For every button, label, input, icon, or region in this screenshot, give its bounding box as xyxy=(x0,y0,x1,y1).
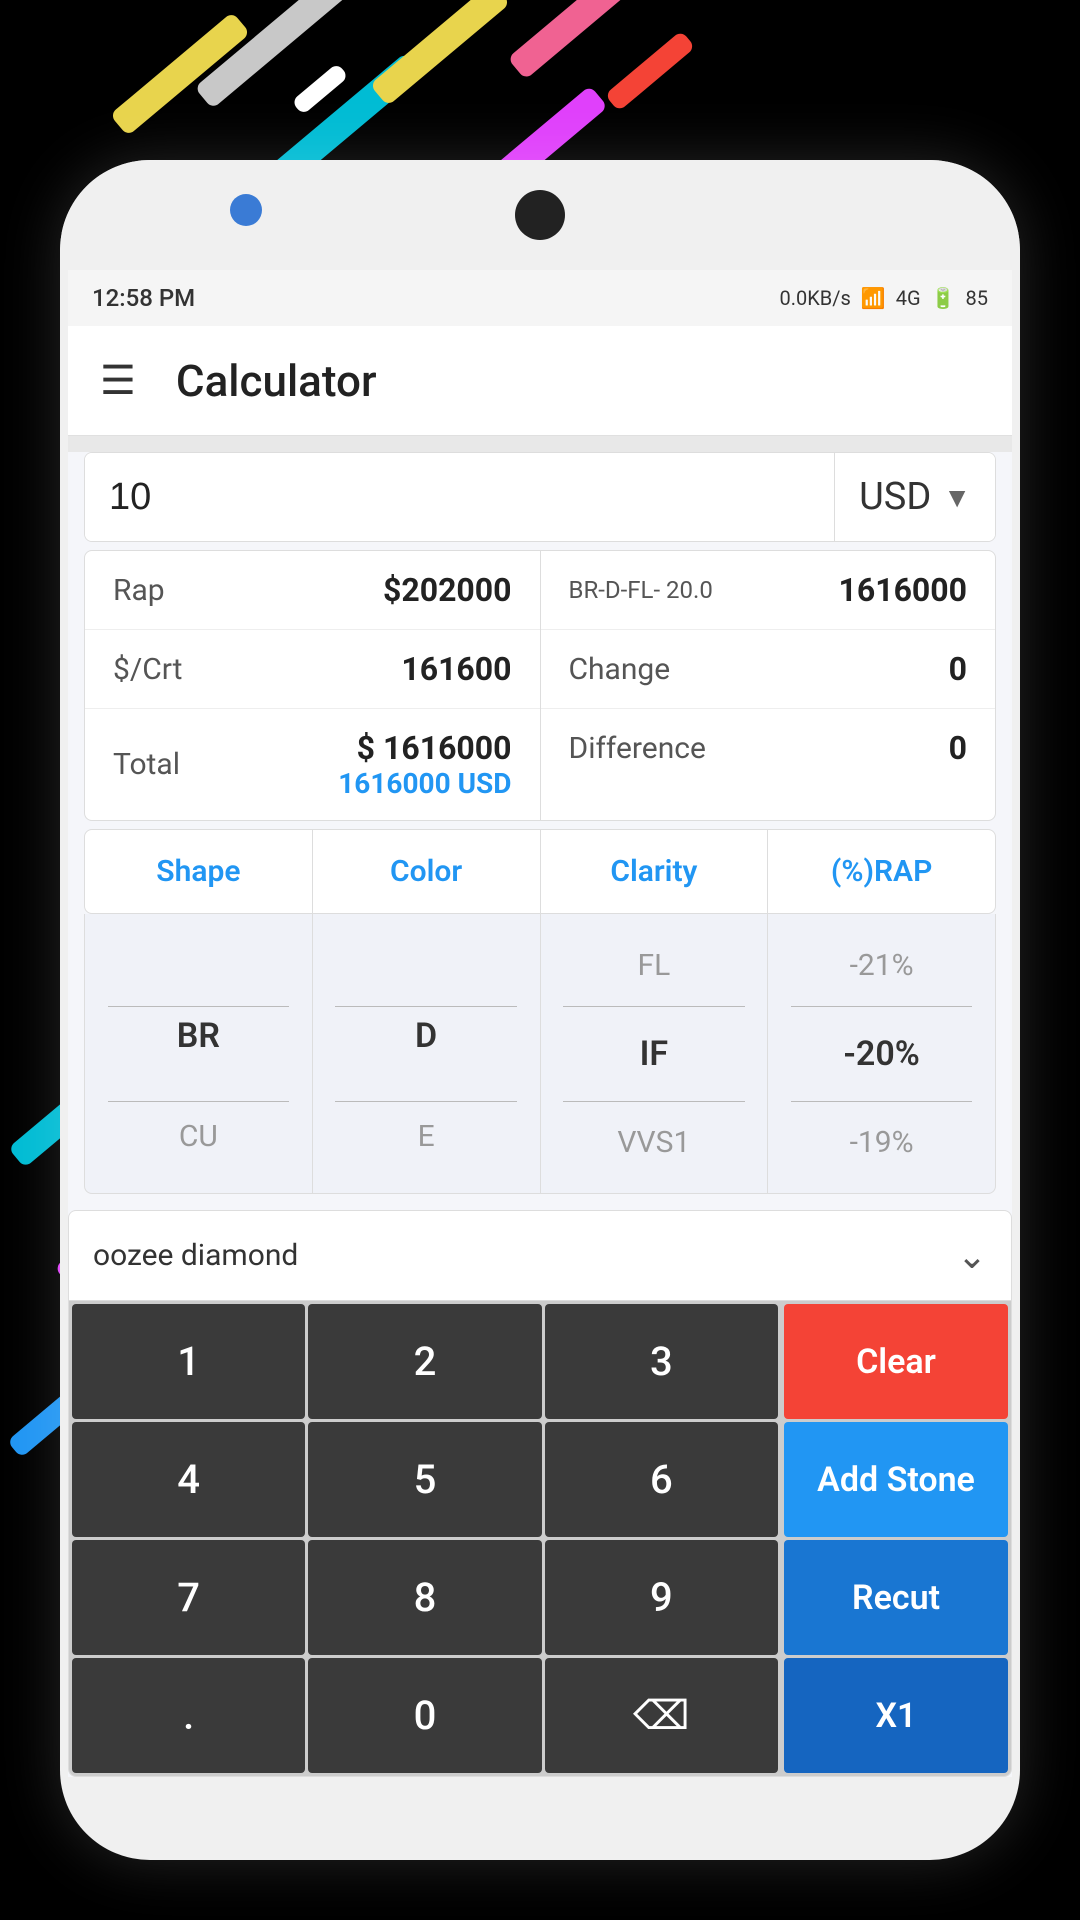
key-6[interactable]: 6 xyxy=(545,1422,778,1537)
x1-button[interactable]: X1 xyxy=(784,1658,1008,1773)
rap-item-0: -21% xyxy=(768,940,995,991)
status-time: 12:58 PM xyxy=(92,284,195,312)
key-9[interactable]: 9 xyxy=(545,1540,778,1655)
total-label: Total xyxy=(113,747,180,782)
app-title: Calculator xyxy=(176,355,377,407)
screen: 12:58 PM 0.0KB/s 📶 4G 🔋 85 ☰ Calculator … xyxy=(68,270,1012,1777)
selector-tabs: Shape Color Clarity (%)RAP xyxy=(84,829,996,914)
main-content: USD ▼ Rap $202000 $/Crt 161600 xyxy=(68,452,1012,1777)
network-type: 4G xyxy=(896,286,921,310)
rap-label: Rap xyxy=(113,573,165,608)
signal-icon: 📶 xyxy=(861,286,886,310)
results-col-right: BR-D-FL- 20.0 1616000 Change 0 Differenc… xyxy=(541,551,996,820)
front-camera-small xyxy=(230,194,262,226)
currency-selector[interactable]: USD ▼ xyxy=(834,453,995,541)
currency-value: USD xyxy=(859,475,931,519)
input-row: USD ▼ xyxy=(84,452,996,542)
clarity-item-2: VVS1 xyxy=(541,1117,768,1168)
total-value: $ 1616000 xyxy=(357,729,512,767)
menu-icon[interactable]: ☰ xyxy=(100,357,136,404)
key-backspace[interactable]: ⌫ xyxy=(545,1658,778,1773)
shape-item-1: BR xyxy=(85,1008,312,1064)
key-1[interactable]: 1 xyxy=(72,1304,305,1419)
clear-button[interactable]: Clear xyxy=(784,1304,1008,1419)
tab-clarity[interactable]: Clarity xyxy=(541,830,769,913)
change-label: Change xyxy=(569,652,671,687)
key-0[interactable]: 0 xyxy=(308,1658,541,1773)
weight-input[interactable] xyxy=(85,453,834,541)
tab-shape[interactable]: Shape xyxy=(85,830,313,913)
code-value: 1616000 xyxy=(838,571,967,609)
action-buttons: Clear Add Stone Recut X1 xyxy=(781,1301,1011,1776)
shape-item-0 xyxy=(85,945,312,961)
key-dot[interactable]: . xyxy=(72,1658,305,1773)
key-3[interactable]: 3 xyxy=(545,1304,778,1419)
color-item-2: E xyxy=(313,1111,540,1162)
dropdown-row[interactable]: oozee diamond ⌄ xyxy=(68,1210,1012,1300)
tab-color[interactable]: Color xyxy=(313,830,541,913)
rap-item-1: -20% xyxy=(768,1026,995,1082)
picker-area: BR CU D E FL IF VVS1 xyxy=(84,914,996,1194)
phone-shell: 12:58 PM 0.0KB/s 📶 4G 🔋 85 ☰ Calculator … xyxy=(60,160,1020,1860)
per-crt-value: 161600 xyxy=(401,650,511,688)
per-crt-label: $/Crt xyxy=(113,652,182,687)
app-bar: ☰ Calculator xyxy=(68,326,1012,436)
tab-rap[interactable]: (%)RAP xyxy=(768,830,995,913)
key-5[interactable]: 5 xyxy=(308,1422,541,1537)
front-camera xyxy=(515,190,565,240)
key-2[interactable]: 2 xyxy=(308,1304,541,1419)
picker-color: D E xyxy=(313,914,541,1193)
difference-value: 0 xyxy=(949,729,967,767)
total-cell: $ 1616000 1616000 USD xyxy=(338,729,511,800)
network-speed: 0.0KB/s xyxy=(779,286,850,310)
key-7[interactable]: 7 xyxy=(72,1540,305,1655)
per-crt-row: $/Crt 161600 xyxy=(85,630,540,709)
status-icons: 0.0KB/s 📶 4G 🔋 85 xyxy=(779,286,988,310)
rap-item-2: -19% xyxy=(768,1117,995,1168)
total-row: Total $ 1616000 1616000 USD xyxy=(85,709,540,820)
clarity-item-0: FL xyxy=(541,940,768,991)
picker-shape: BR CU xyxy=(85,914,313,1193)
picker-rap: -21% -20% -19% xyxy=(768,914,995,1193)
add-stone-button[interactable]: Add Stone xyxy=(784,1422,1008,1537)
results-table: Rap $202000 $/Crt 161600 Total $ 1616000… xyxy=(84,550,996,821)
status-bar: 12:58 PM 0.0KB/s 📶 4G 🔋 85 xyxy=(68,270,1012,326)
currency-dropdown-arrow: ▼ xyxy=(943,481,971,514)
code-row: BR-D-FL- 20.0 1616000 xyxy=(541,551,996,630)
color-item-1: D xyxy=(313,1008,540,1064)
color-item-0 xyxy=(313,945,540,961)
shape-item-2: CU xyxy=(85,1111,312,1162)
battery-icon: 🔋 xyxy=(931,286,956,310)
recut-button[interactable]: Recut xyxy=(784,1540,1008,1655)
key-8[interactable]: 8 xyxy=(308,1540,541,1655)
rap-value: $202000 xyxy=(383,571,512,609)
dropdown-label: oozee diamond xyxy=(93,1238,298,1273)
key-4[interactable]: 4 xyxy=(72,1422,305,1537)
difference-row: Difference 0 xyxy=(541,709,996,787)
change-value: 0 xyxy=(949,650,967,688)
clarity-item-1: IF xyxy=(541,1026,768,1082)
dropdown-chevron-icon: ⌄ xyxy=(957,1235,987,1277)
battery-level: 85 xyxy=(966,286,988,310)
change-row: Change 0 xyxy=(541,630,996,709)
difference-label: Difference xyxy=(569,731,706,766)
rap-row: Rap $202000 xyxy=(85,551,540,630)
keypad-section: 1 2 3 4 5 6 7 8 9 . 0 ⌫ Clear Add Stone xyxy=(68,1300,1012,1777)
keypad-grid: 1 2 3 4 5 6 7 8 9 . 0 ⌫ xyxy=(69,1301,781,1776)
results-col-left: Rap $202000 $/Crt 161600 Total $ 1616000… xyxy=(85,551,541,820)
total-usd: 1616000 USD xyxy=(338,767,511,800)
camera-area xyxy=(60,160,1020,270)
code-label: BR-D-FL- 20.0 xyxy=(569,576,713,604)
picker-clarity: FL IF VVS1 xyxy=(541,914,769,1193)
